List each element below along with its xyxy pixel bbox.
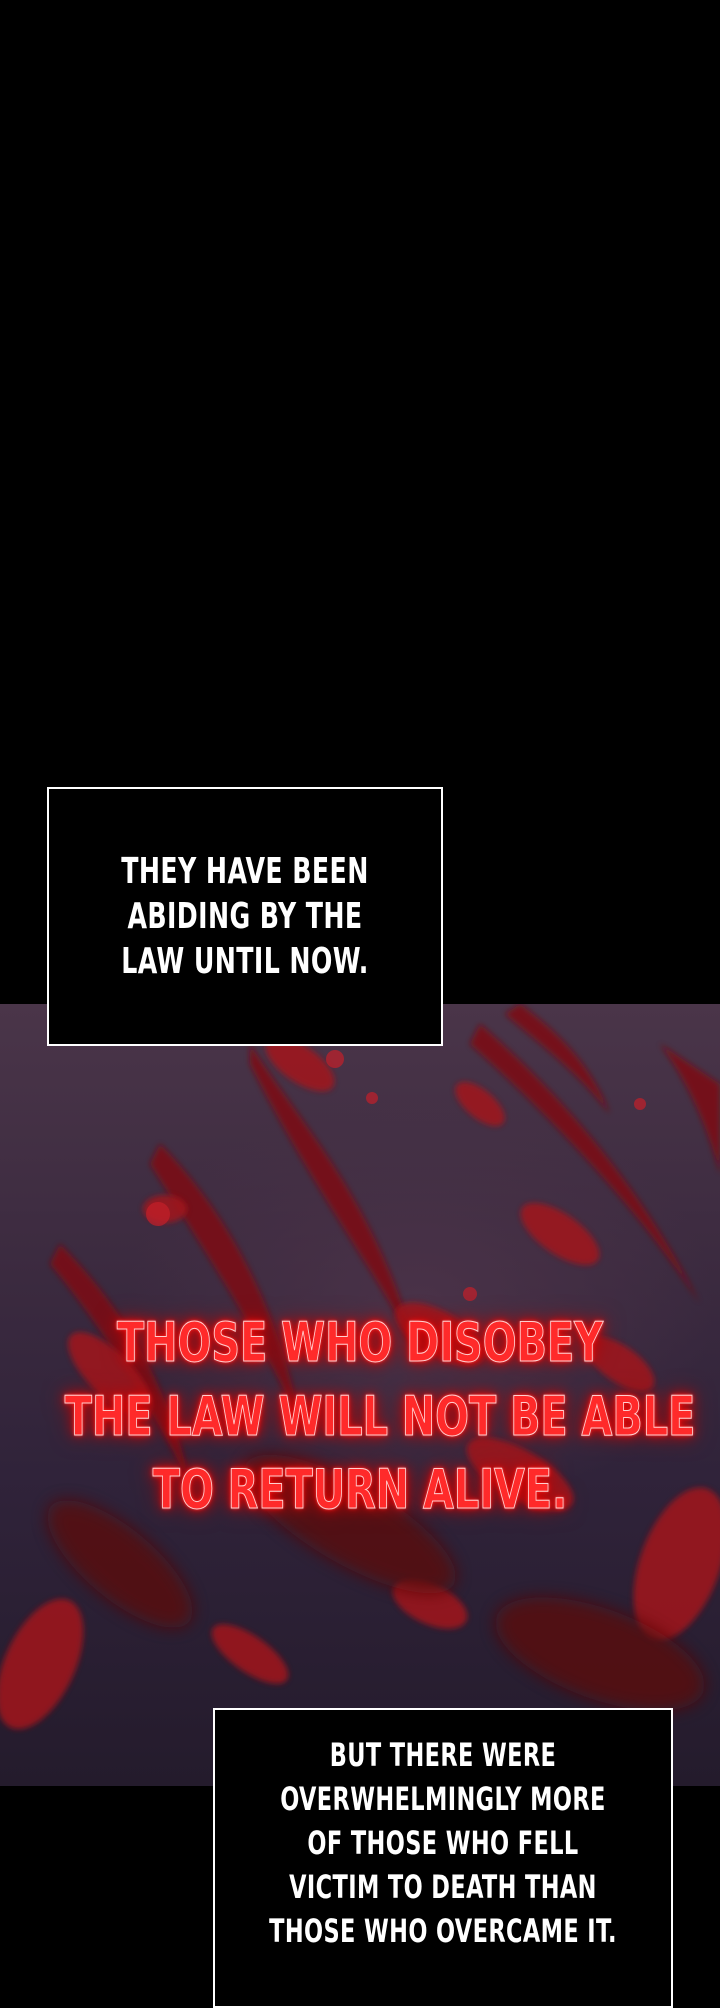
warning-text-line-1: THOSE WHO DISOBEY: [116, 1311, 604, 1374]
warning-text-line-2: THE LAW WILL NOT BE ABLE: [64, 1385, 696, 1448]
narration-box-2: BUT THERE WERE OVERWHELMINGLY MORE OF TH…: [213, 1708, 673, 2008]
narration-text-2: BUT THERE WERE OVERWHELMINGLY MORE OF TH…: [269, 1736, 617, 1950]
warning-text-line-3: TO RETURN ALIVE.: [152, 1458, 568, 1521]
narration-box-1: THEY HAVE BEEN ABIDING BY THE LAW UNTIL …: [47, 787, 443, 1046]
narration-text-1: THEY HAVE BEEN ABIDING BY THE LAW UNTIL …: [121, 851, 369, 982]
